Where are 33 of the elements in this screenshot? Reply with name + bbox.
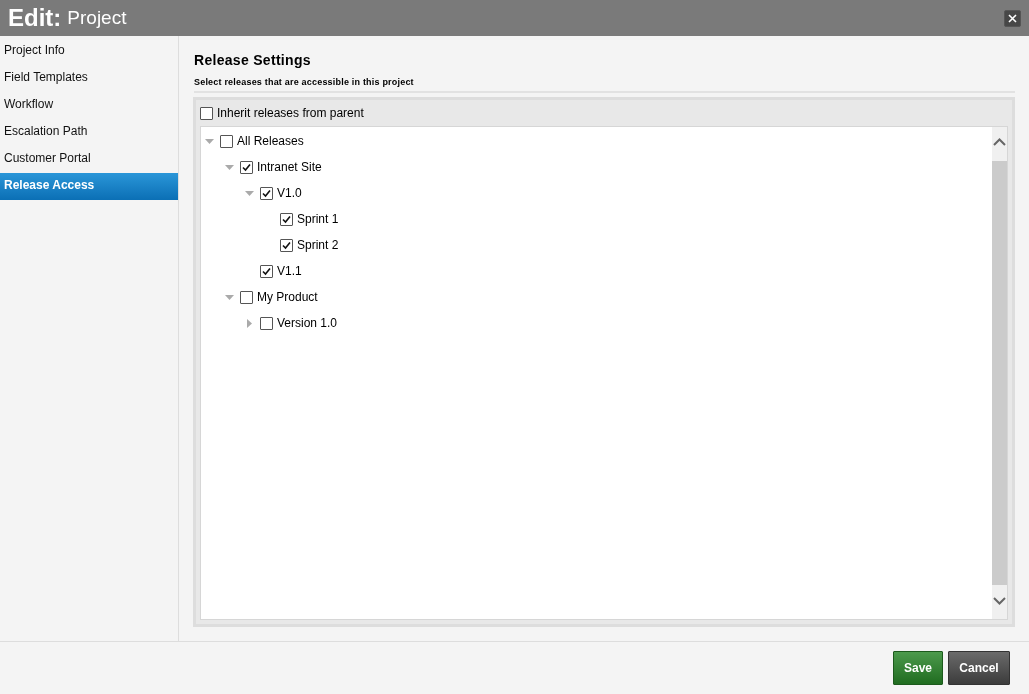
sidebar-item[interactable]: Project Info: [0, 38, 178, 65]
save-button[interactable]: Save: [893, 651, 943, 685]
sidebar-item[interactable]: Escalation Path: [0, 119, 178, 146]
checkbox[interactable]: [280, 212, 293, 226]
sidebar-item[interactable]: Release Access: [0, 173, 178, 200]
checkbox[interactable]: [240, 160, 253, 174]
tree-item-label[interactable]: V1.1: [277, 264, 302, 278]
checkbox[interactable]: [220, 134, 233, 148]
checkbox[interactable]: [260, 316, 273, 330]
tree-item-label[interactable]: All Releases: [237, 134, 304, 148]
tree-item-label[interactable]: Sprint 2: [297, 238, 339, 252]
section-title: Release Settings: [194, 52, 312, 68]
sidebar-item[interactable]: Workflow: [0, 92, 178, 119]
tree-item-label[interactable]: Sprint 1: [297, 212, 339, 226]
sidebar-item[interactable]: Field Templates: [0, 65, 178, 92]
tree-item-label[interactable]: My Product: [257, 290, 318, 304]
dialog-title: Project: [67, 7, 127, 29]
checkbox[interactable]: [280, 238, 293, 252]
close-button[interactable]: [1004, 9, 1021, 27]
scrollbar[interactable]: [992, 127, 1007, 619]
dialog-title-prefix: Edit:: [8, 4, 62, 32]
tree-item-label[interactable]: V1.0: [277, 186, 302, 200]
sidebar-item[interactable]: Customer Portal: [0, 146, 178, 173]
tree-item-label[interactable]: Intranet Site: [257, 160, 322, 174]
tree-item-label[interactable]: Version 1.0: [277, 316, 338, 330]
checkbox[interactable]: [260, 264, 273, 278]
checkbox[interactable]: [200, 106, 213, 120]
cancel-button[interactable]: Cancel: [948, 651, 1010, 685]
inherit-label[interactable]: Inherit releases from parent: [217, 106, 364, 120]
close-icon: [1008, 13, 1017, 23]
checkbox[interactable]: [260, 186, 273, 200]
checkbox[interactable]: [240, 290, 253, 304]
section-subtitle: Select releases that are accessible in this project: [194, 77, 1015, 93]
